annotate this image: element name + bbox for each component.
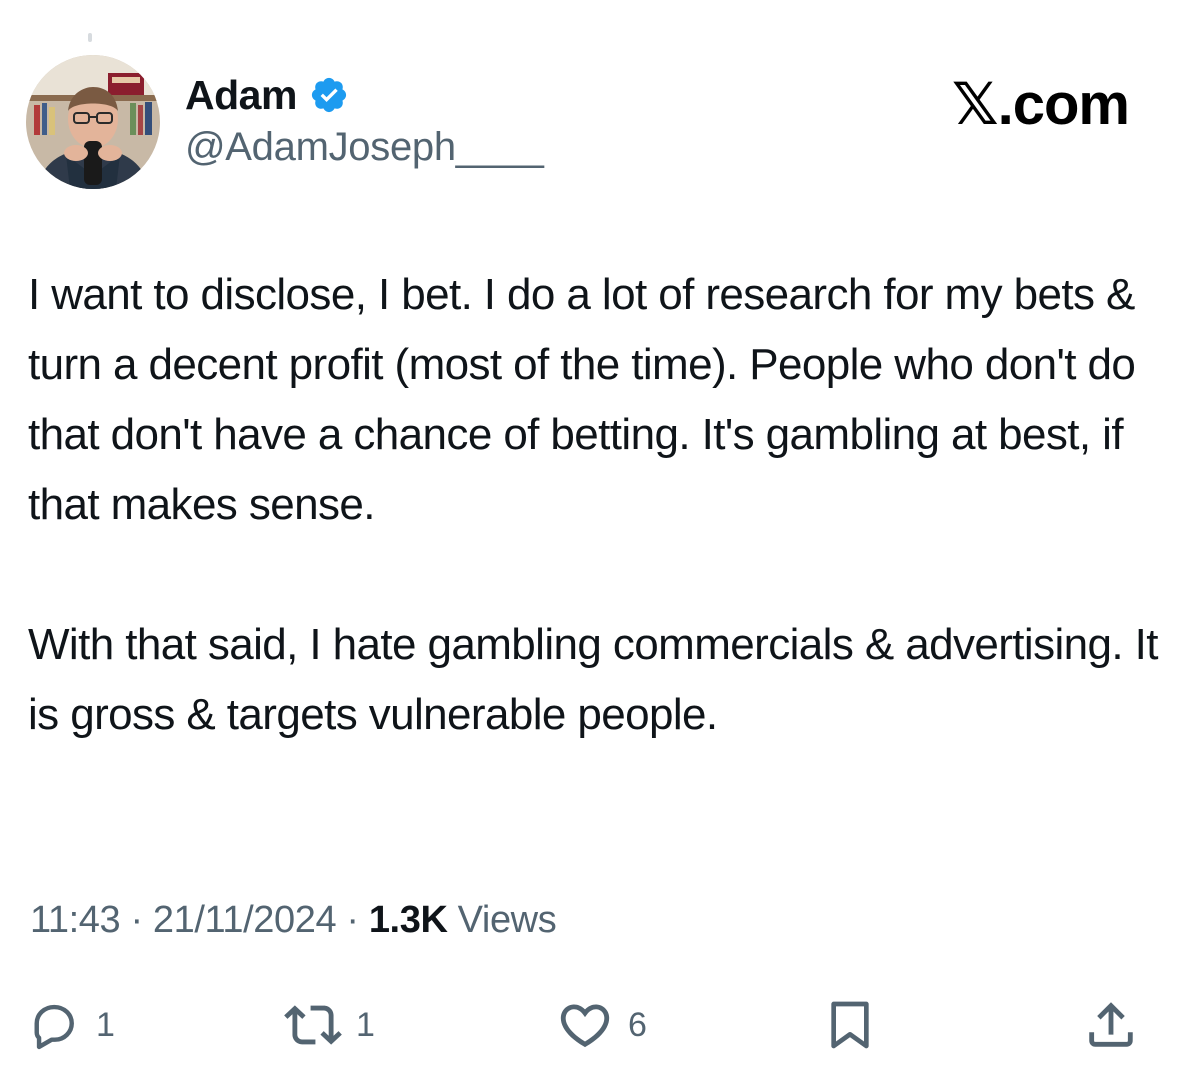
- views-count: 1.3K: [368, 899, 448, 941]
- bookmark-button[interactable]: [822, 990, 878, 1060]
- repost-count: 1: [356, 1005, 375, 1044]
- tweet-text: I want to disclose, I bet. I do a lot of…: [28, 260, 1163, 750]
- repost-button[interactable]: 1: [284, 990, 375, 1060]
- heart-icon: [556, 996, 614, 1054]
- share-button[interactable]: [1082, 990, 1140, 1060]
- tweet-paragraph: With that said, I hate gambling commerci…: [28, 620, 1159, 739]
- divider-mark: [88, 33, 92, 42]
- tweet-paragraph: I want to disclose, I bet. I do a lot of…: [28, 270, 1136, 529]
- user-handle[interactable]: @AdamJoseph____: [185, 122, 544, 172]
- meta-separator: ·: [120, 899, 153, 941]
- bookmark-icon: [822, 994, 878, 1056]
- like-count: 6: [628, 1005, 647, 1044]
- tweet-date[interactable]: 21/11/2024: [153, 899, 337, 941]
- action-bar: 1 1 6: [0, 990, 1179, 1060]
- author-name-row[interactable]: Adam: [185, 70, 349, 120]
- tweet-card: Adam @AdamJoseph____ 𝕏.com I want to dis…: [0, 0, 1179, 1086]
- tweet-time[interactable]: 11:43: [30, 899, 121, 941]
- reply-count: 1: [96, 1005, 115, 1044]
- reply-icon: [26, 997, 82, 1053]
- brand-label: 𝕏.com: [951, 72, 1130, 137]
- reply-button[interactable]: 1: [26, 990, 115, 1060]
- meta-separator: ·: [336, 899, 369, 941]
- tweet-meta: 11:43 · 21/11/2024 · 1.3K Views: [30, 892, 557, 948]
- share-icon: [1082, 996, 1140, 1054]
- avatar[interactable]: [26, 55, 160, 189]
- views-label: Views: [447, 899, 557, 941]
- display-name[interactable]: Adam: [185, 70, 297, 120]
- repost-icon: [284, 996, 342, 1054]
- verified-badge-icon: [309, 75, 349, 115]
- like-button[interactable]: 6: [556, 990, 647, 1060]
